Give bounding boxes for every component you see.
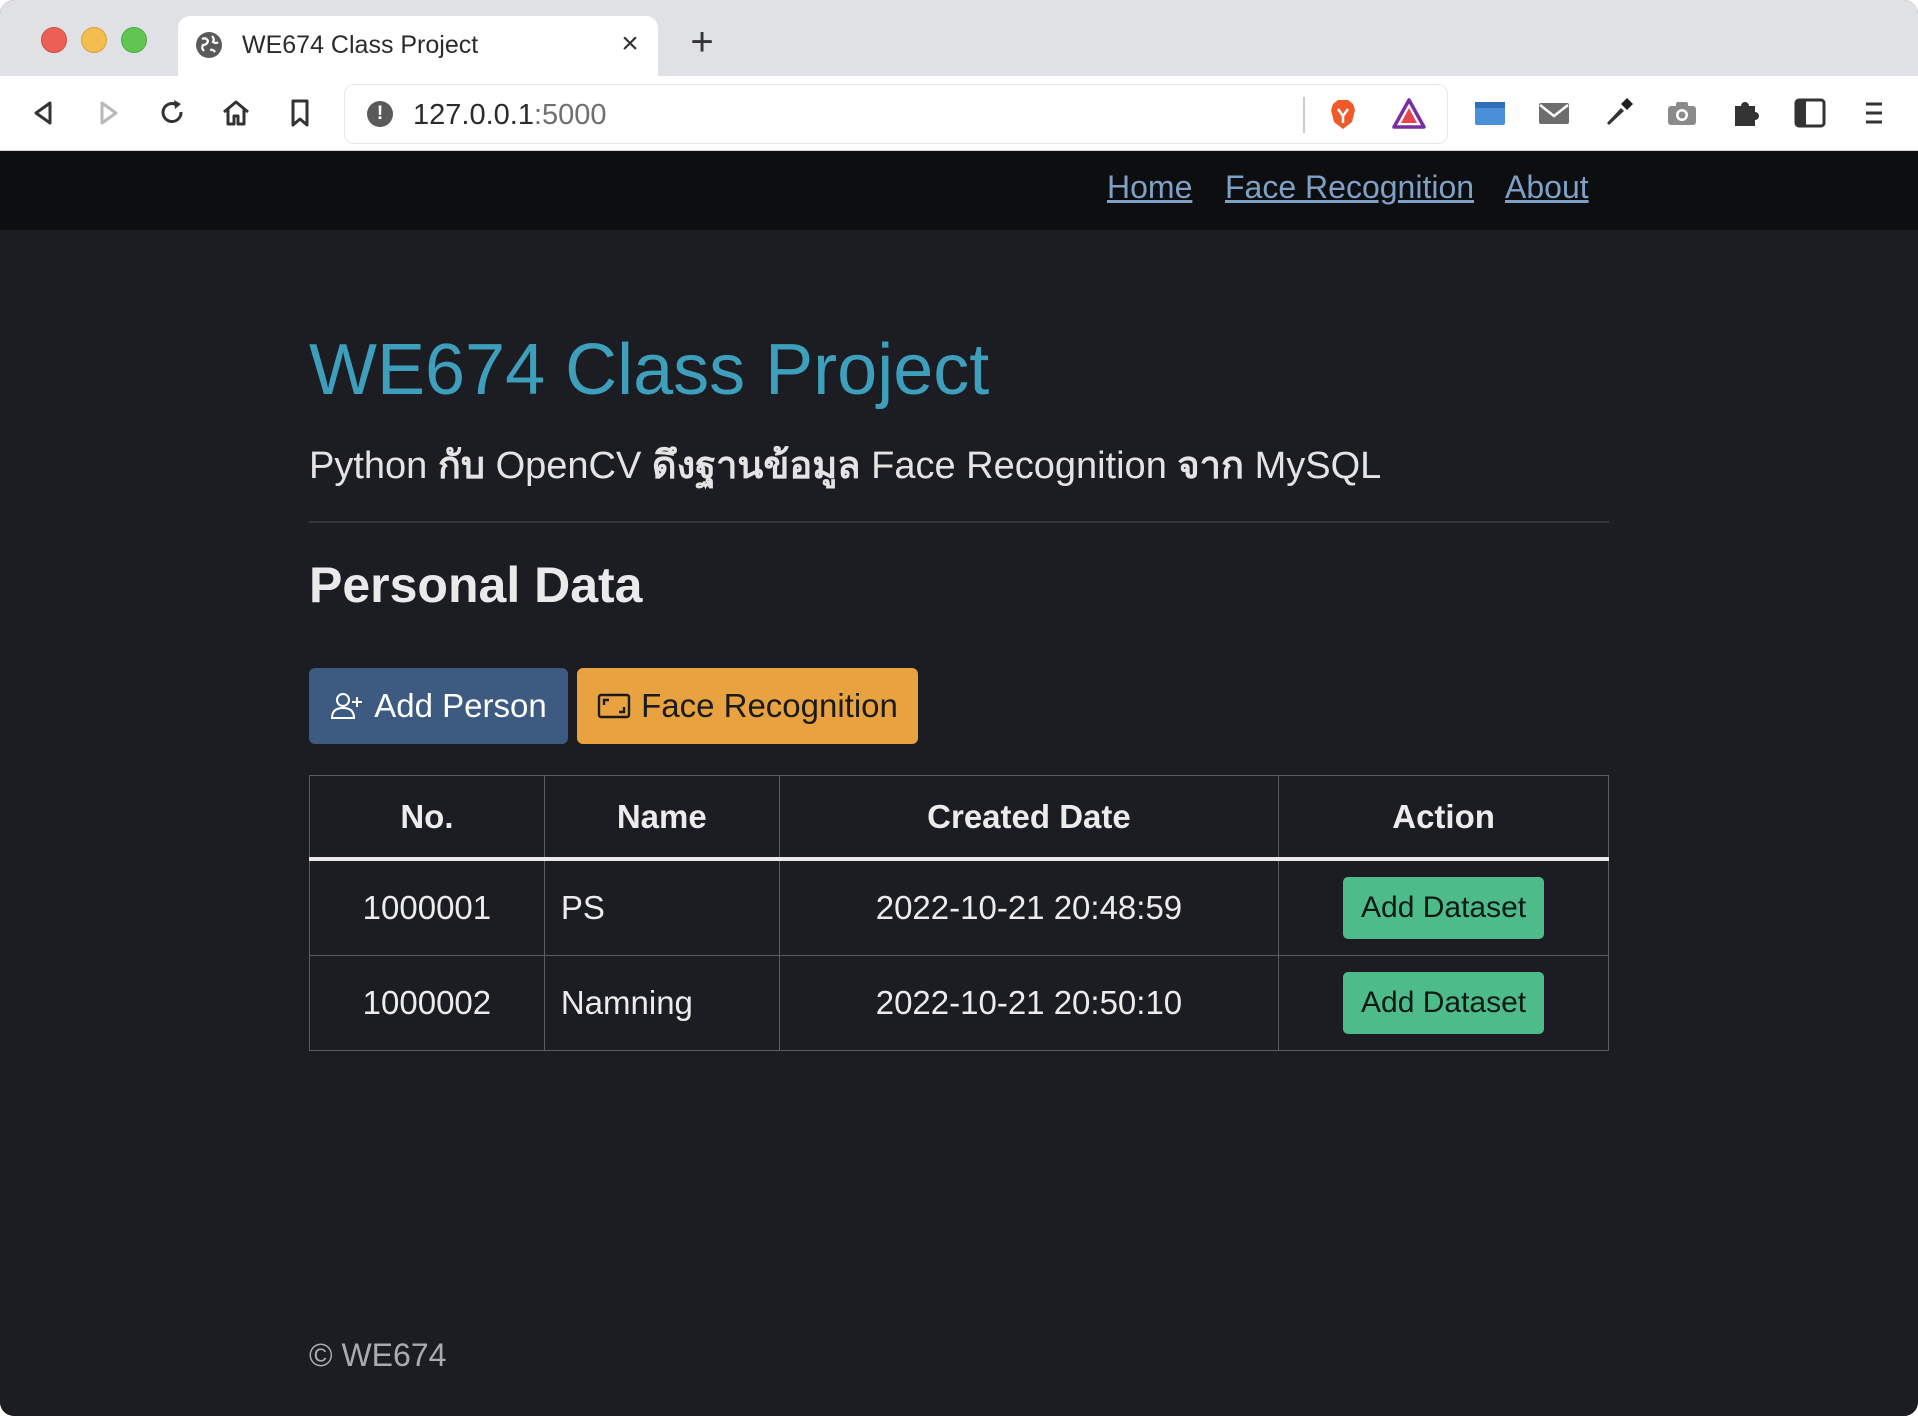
cell-created-date: 2022-10-21 20:48:59 (778, 858, 1280, 956)
cell-no: 1000002 (309, 955, 545, 1051)
subtitle-part: OpenCV (485, 445, 652, 487)
column-header-name[interactable]: Name (543, 775, 780, 861)
url-text[interactable]: 127.0.0.1:5000 (413, 99, 607, 132)
browser-window: WE674 Class Project × + ! 127.0.0.1:5000 (0, 0, 1918, 1416)
table-row: 1000002 Namning 2022-10-21 20:50:10 Add … (309, 955, 1609, 1051)
cell-name: Namning (543, 955, 780, 1051)
globe-icon (196, 32, 222, 58)
tab-close-icon[interactable]: × (614, 28, 646, 60)
close-window-button[interactable] (41, 27, 67, 53)
table-header-row: No. Name Created Date Action (309, 775, 1609, 861)
add-dataset-button[interactable]: Add Dataset (1343, 972, 1545, 1034)
back-icon[interactable] (26, 95, 62, 131)
eyedropper-icon[interactable] (1600, 95, 1636, 131)
column-header-no[interactable]: No. (309, 775, 545, 861)
new-tab-button[interactable]: + (684, 22, 720, 62)
subtitle-part: Python (309, 445, 438, 487)
reload-icon[interactable] (154, 95, 190, 131)
tab-active[interactable]: WE674 Class Project × (178, 16, 658, 76)
menu-icon[interactable] (1856, 95, 1892, 131)
cell-created-date: 2022-10-21 20:50:10 (778, 955, 1280, 1051)
window-icon[interactable] (1472, 95, 1508, 131)
url-host: 127.0.0.1 (413, 99, 534, 131)
nav-link-face-recognition[interactable]: Face Recognition (1225, 169, 1474, 206)
tab-title: WE674 Class Project (242, 31, 479, 59)
column-header-action[interactable]: Action (1278, 775, 1609, 861)
page-title: WE674 Class Project (309, 330, 990, 410)
camera-icon[interactable] (1664, 95, 1700, 131)
cell-no: 1000001 (309, 858, 545, 956)
tab-strip: WE674 Class Project × + (0, 0, 1918, 76)
fullscreen-icon (597, 693, 631, 719)
forward-icon[interactable] (90, 95, 126, 131)
minimize-window-button[interactable] (81, 27, 107, 53)
home-icon[interactable] (218, 95, 254, 131)
cell-name: PS (543, 858, 780, 956)
bookmark-icon[interactable] (282, 95, 318, 131)
table-row: 1000001 PS 2022-10-21 20:48:59 Add Datas… (309, 858, 1609, 956)
nav-link-about[interactable]: About (1505, 169, 1589, 206)
browser-toolbar: ! 127.0.0.1:5000 (0, 76, 1918, 151)
mail-icon[interactable] (1536, 95, 1572, 131)
brave-shield-icon[interactable] (1325, 96, 1361, 132)
subtitle-part: Face Recognition (860, 445, 1178, 487)
subtitle-part: กับ (437, 445, 486, 487)
navbar: Home Face Recognition About (0, 151, 1918, 230)
cell-action: Add Dataset (1278, 955, 1609, 1051)
subtitle-part: MySQL (1244, 445, 1382, 487)
maximize-window-button[interactable] (121, 27, 147, 53)
column-header-created-date[interactable]: Created Date (778, 775, 1280, 861)
person-plus-icon (331, 693, 363, 719)
section-title: Personal Data (309, 557, 643, 613)
personal-data-table: No. Name Created Date Action 1000001 PS … (309, 775, 1609, 1051)
address-separator (1303, 97, 1305, 133)
nav-link-home[interactable]: Home (1107, 169, 1192, 206)
rewards-icon[interactable] (1391, 96, 1427, 132)
url-port: :5000 (533, 99, 607, 131)
extensions-icon[interactable] (1728, 95, 1764, 131)
sidebar-icon[interactable] (1792, 95, 1828, 131)
divider (309, 521, 1609, 523)
footer-text: © WE674 (309, 1337, 447, 1373)
site-info-icon[interactable]: ! (367, 101, 393, 127)
add-person-button[interactable]: Add Person (309, 668, 568, 744)
add-dataset-button[interactable]: Add Dataset (1343, 877, 1545, 939)
subtitle-part: ดึงฐานข้อมูล (651, 445, 861, 487)
address-bar[interactable]: ! 127.0.0.1:5000 (344, 84, 1448, 144)
subtitle-part: จาก (1177, 445, 1245, 487)
face-recognition-label: Face Recognition (641, 687, 898, 724)
face-recognition-button[interactable]: Face Recognition (577, 668, 918, 744)
add-person-label: Add Person (374, 687, 547, 724)
cell-action: Add Dataset (1278, 858, 1609, 956)
page-content: Home Face Recognition About WE674 Class … (0, 151, 1918, 1416)
page-subtitle: Python กับ OpenCV ดึงฐานข้อมูล Face Reco… (309, 434, 1381, 495)
